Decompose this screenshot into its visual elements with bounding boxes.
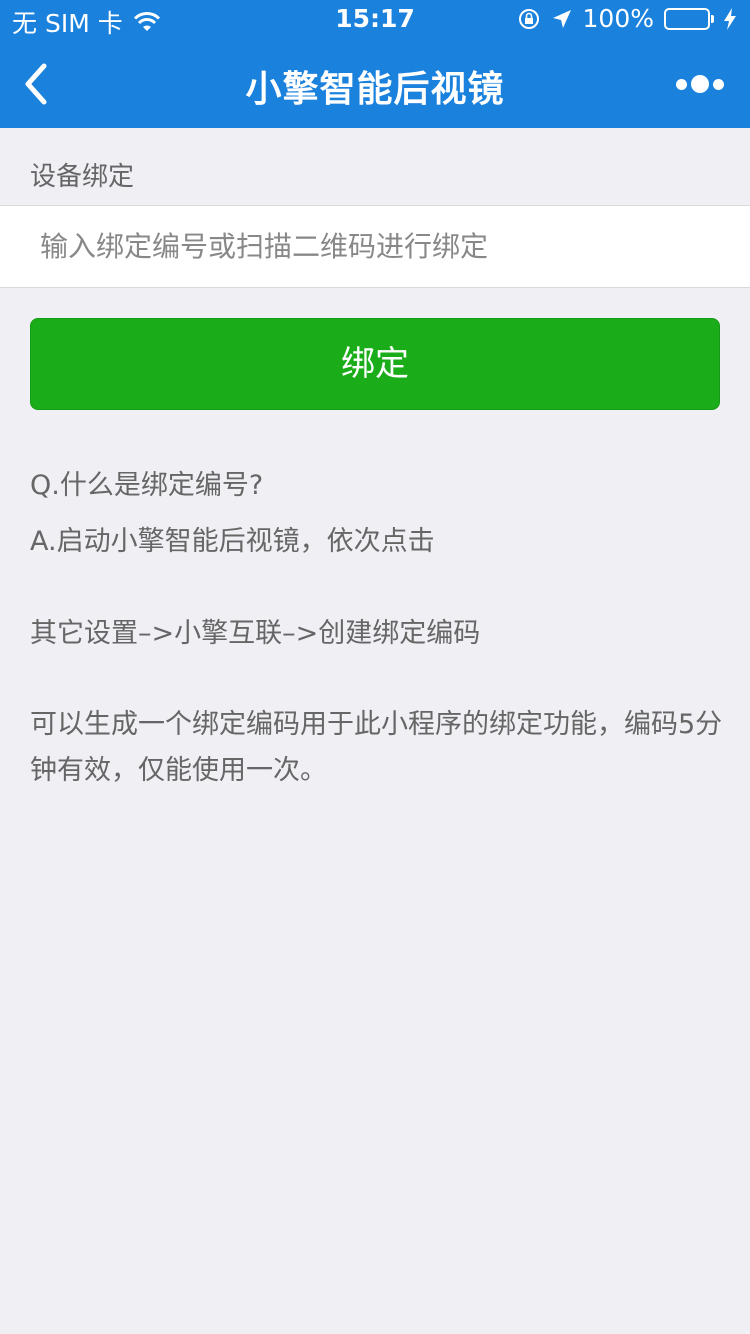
battery-icon [664,7,714,30]
faq-answer: A.启动小擎智能后视镜，依次点击 [30,526,435,557]
faq-menu-path: 其它设置–>小擎互联–>创建绑定编码 [30,618,481,649]
navigation-bar: 小擎智能后视镜 [0,40,750,128]
page-title: 小擎智能后视镜 [245,69,505,110]
bind-code-field [0,205,750,288]
charging-bolt-icon [724,7,736,30]
status-right: 100% [517,4,736,33]
more-dots-icon [676,78,687,90]
bind-code-input[interactable] [40,206,720,287]
orientation-lock-icon [518,8,539,29]
bind-button[interactable]: 绑定 [30,318,720,410]
faq-question: Q.什么是绑定编号? [30,470,264,501]
location-arrow-icon [552,9,571,28]
more-button[interactable] [676,74,724,94]
battery-percent: 100% [582,4,654,33]
faq-description: 可以生成一个绑定编码用于此小程序的绑定功能，编码5分钟有效，仅能使用一次。 [30,709,723,786]
status-bar: 无 SIM 卡 15:17 100% [0,0,750,40]
section-label-device-binding: 设备绑定 [30,162,135,192]
